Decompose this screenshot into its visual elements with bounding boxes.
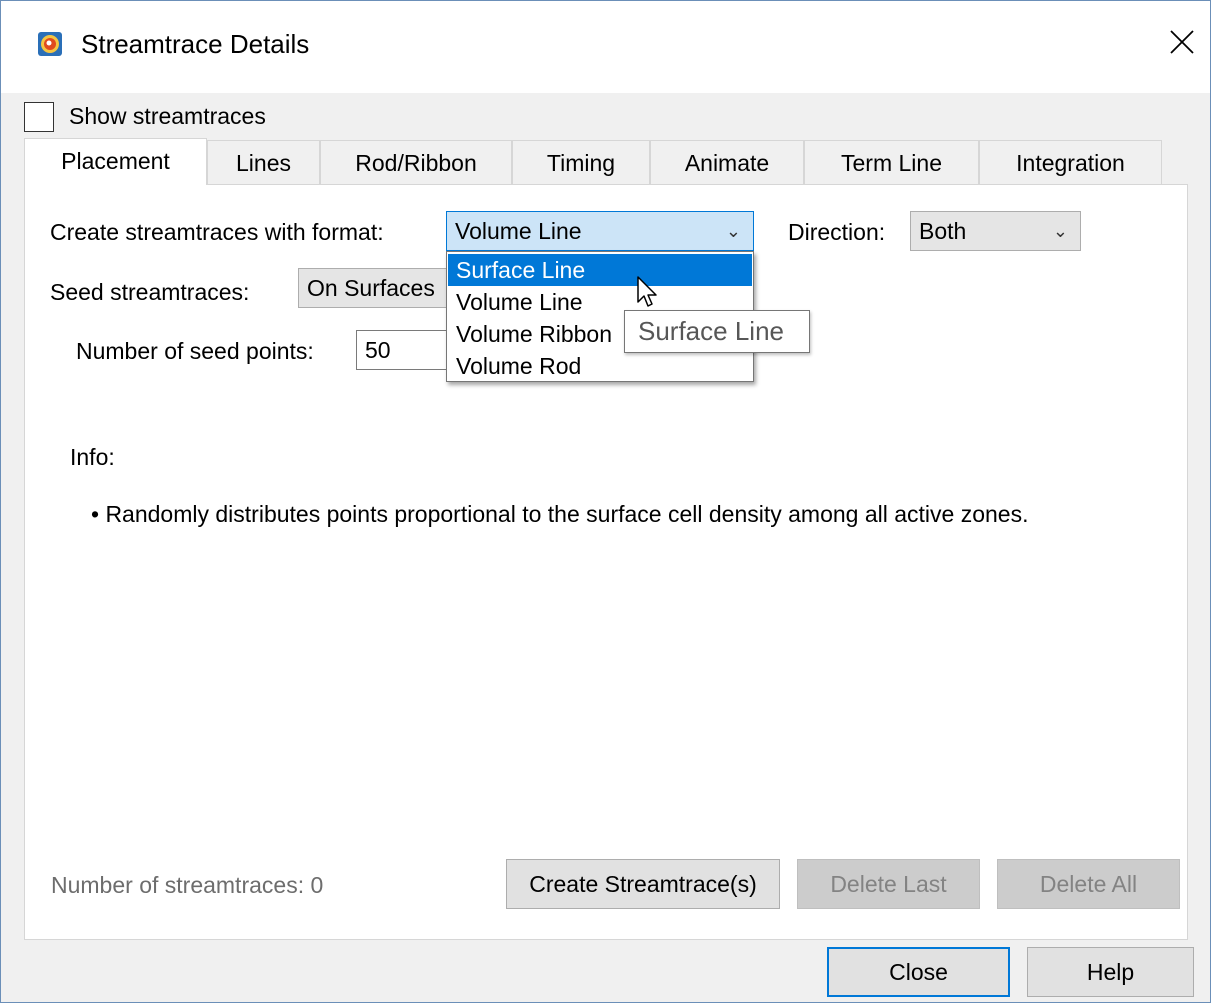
tab-lines[interactable]: Lines [207, 140, 320, 184]
close-icon[interactable] [1167, 27, 1197, 57]
format-combobox-value: Volume Line [455, 218, 582, 244]
close-button[interactable]: Close [827, 947, 1010, 997]
tab-integration[interactable]: Integration [979, 140, 1162, 184]
direction-combobox-value: Both [919, 218, 967, 244]
create-streamtrace-button[interactable]: Create Streamtrace(s) [506, 859, 780, 909]
tab-placement[interactable]: Placement [24, 138, 207, 185]
tab-timing[interactable]: Timing [512, 140, 650, 184]
show-streamtraces-checkbox[interactable] [24, 102, 54, 132]
show-streamtraces-label: Show streamtraces [69, 103, 266, 129]
title-bar: Streamtrace Details [1, 1, 1210, 93]
chevron-down-icon: ⌄ [725, 221, 741, 241]
tab-strip: Placement Lines Rod/Ribbon Timing Animat… [24, 138, 1164, 185]
seed-label: Seed streamtraces: [50, 279, 250, 305]
help-button[interactable]: Help [1027, 947, 1194, 997]
direction-combobox[interactable]: Both ⌄ [910, 211, 1081, 251]
num-seed-label: Number of seed points: [76, 338, 314, 364]
tooltip: Surface Line [624, 310, 810, 353]
streamtrace-details-dialog: Streamtrace Details Show streamtraces Pl… [0, 0, 1211, 1003]
streamtrace-count-label: Number of streamtraces: 0 [51, 872, 324, 898]
tab-rod-ribbon[interactable]: Rod/Ribbon [320, 140, 512, 184]
mouse-cursor-icon [637, 276, 657, 307]
app-icon [38, 32, 62, 56]
seed-combobox-value: On Surfaces [307, 275, 435, 301]
format-option-volume-rod[interactable]: Volume Rod [448, 350, 752, 382]
info-label: Info: [70, 444, 115, 470]
delete-last-button[interactable]: Delete Last [797, 859, 980, 909]
format-option-surface-line[interactable]: Surface Line [448, 254, 752, 286]
delete-all-button[interactable]: Delete All [997, 859, 1180, 909]
info-text: • Randomly distributes points proportion… [91, 501, 1029, 527]
format-label: Create streamtraces with format: [50, 219, 384, 245]
direction-label: Direction: [788, 219, 886, 245]
tab-term-line[interactable]: Term Line [804, 140, 979, 184]
chevron-down-icon: ⌄ [1052, 221, 1068, 241]
window-title: Streamtrace Details [81, 29, 310, 59]
format-combobox[interactable]: Volume Line ⌄ [446, 211, 754, 251]
tab-animate[interactable]: Animate [650, 140, 804, 184]
